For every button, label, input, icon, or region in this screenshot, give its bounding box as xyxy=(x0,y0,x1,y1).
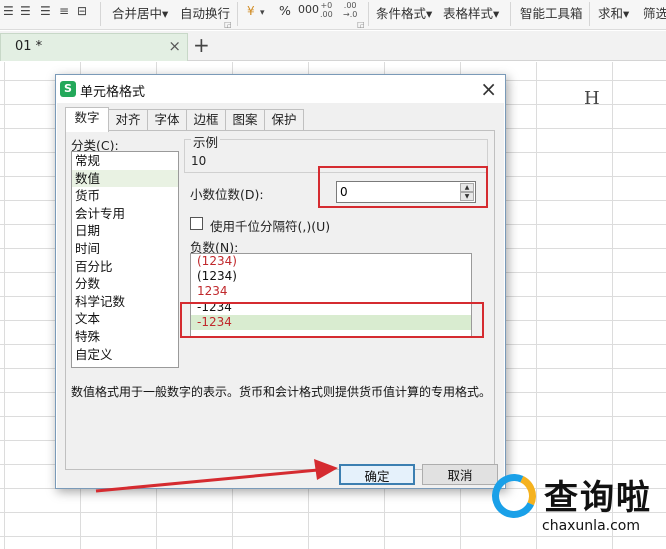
tab-number[interactable]: 数字 xyxy=(65,107,109,132)
watermark-logo-icon xyxy=(485,467,543,525)
watermark-brand: 查询啦 xyxy=(544,478,652,518)
arrow-shaft xyxy=(95,468,319,493)
arrow-head xyxy=(314,459,338,480)
arrow-annotation-icon xyxy=(95,459,338,493)
watermark-url: chaxunla.com xyxy=(542,518,640,534)
watermark: 查询啦 chaxunla.com xyxy=(485,467,666,549)
